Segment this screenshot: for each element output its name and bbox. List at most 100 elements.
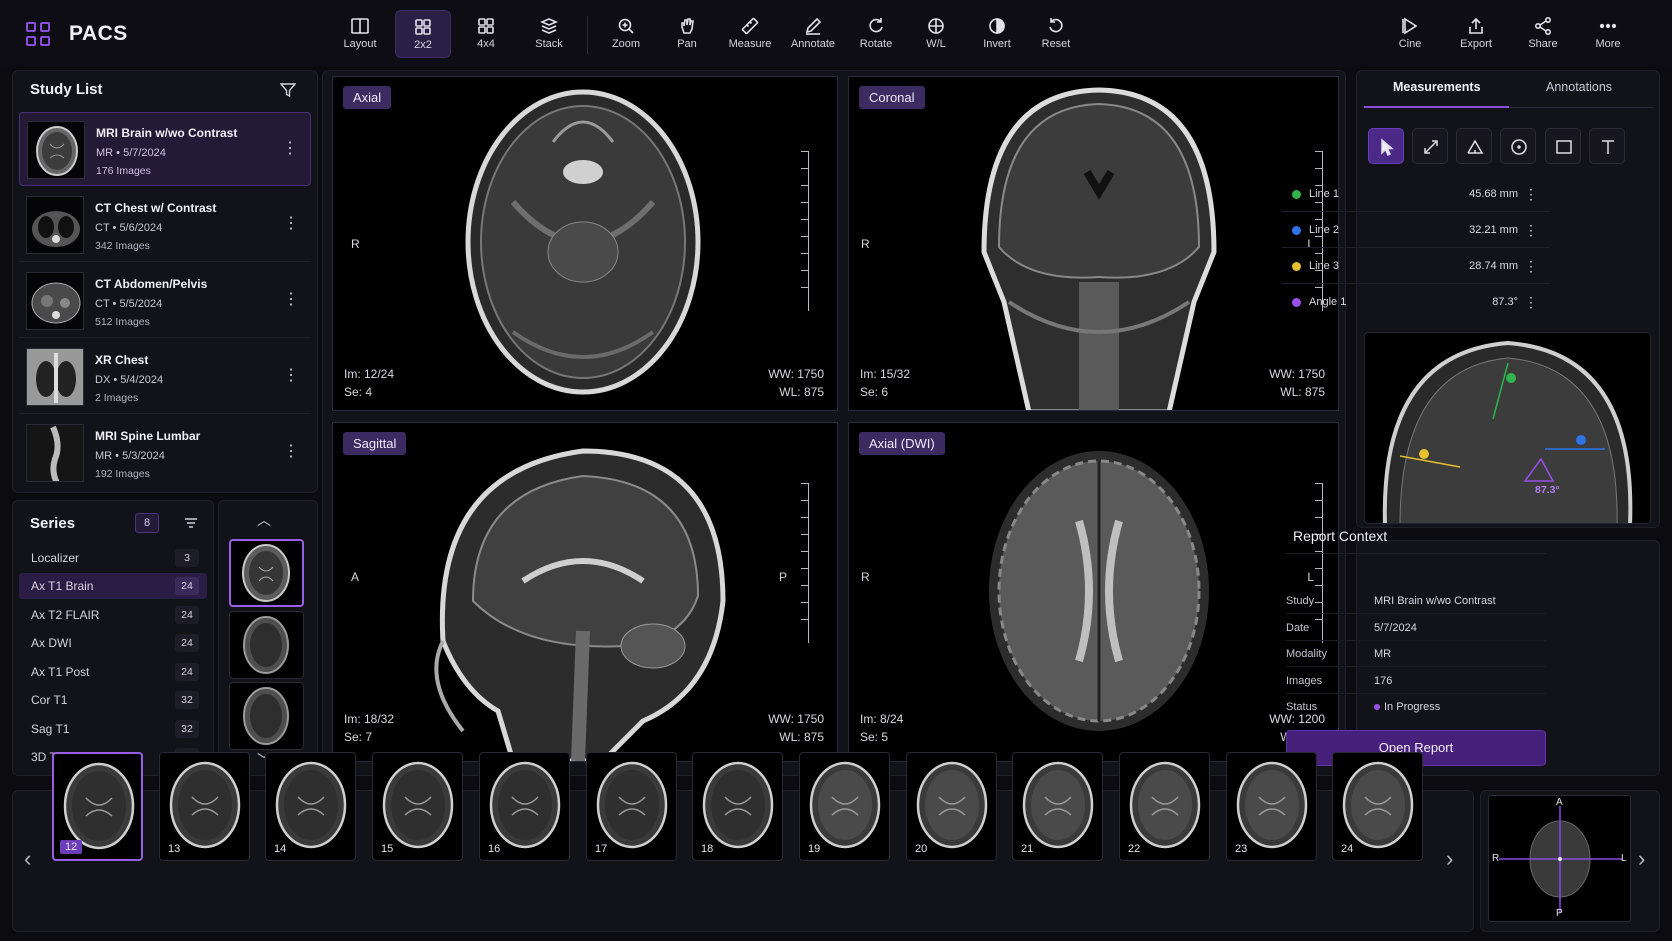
study-menu-icon[interactable]: ⋮ (283, 366, 299, 388)
export-button[interactable]: Export (1448, 10, 1504, 58)
filmstrip-frame[interactable]: 13 (159, 752, 250, 861)
toolbar-divider (587, 16, 588, 54)
rotate-label: Rotate (859, 38, 893, 50)
annotate-button[interactable]: Annotate (785, 10, 841, 58)
study-thumbnail-xray (26, 348, 84, 406)
more-button[interactable]: More (1580, 10, 1636, 58)
series-item-sag-t1[interactable]: Sag T1 32 (19, 716, 207, 742)
filmstrip-frame[interactable]: 17 (586, 752, 677, 861)
measurement-row[interactable]: Line 3 28.74 mm ⋮ (1282, 250, 1550, 284)
angle-tool-button[interactable] (1456, 128, 1492, 164)
series-name: Ax T2 FLAIR (31, 608, 100, 622)
measurement-menu-icon[interactable]: ⋮ (1524, 294, 1538, 311)
measurement-preview[interactable]: 87.3° (1364, 332, 1651, 524)
layout-2x2-button[interactable]: 2x2 (395, 10, 451, 58)
measurement-row[interactable]: Line 2 32.21 mm ⋮ (1282, 214, 1550, 248)
series-thumbnail[interactable] (229, 682, 304, 750)
pan-button[interactable]: Pan (659, 10, 715, 58)
stack-button[interactable]: Stack (521, 10, 577, 58)
reset-button[interactable]: Reset (1028, 10, 1084, 58)
cine-button[interactable]: Cine (1382, 10, 1438, 58)
series-item-cor-t1[interactable]: Cor T1 32 (19, 687, 207, 713)
viewport-info-right: WW: 1750 WL: 875 (1269, 365, 1325, 401)
rotate-button[interactable]: Rotate (848, 10, 904, 58)
series-item-ax-t1-brain[interactable]: Ax T1 Brain 24 (19, 573, 207, 599)
study-date: 5/7/2024 (123, 147, 166, 159)
layout-button[interactable]: Layout (332, 10, 388, 58)
study-image-count: 192 Images (95, 468, 150, 480)
measurement-menu-icon[interactable]: ⋮ (1524, 258, 1538, 275)
chevron-up-icon[interactable]: ︿ (257, 510, 271, 530)
study-image-count: 512 Images (95, 316, 150, 328)
filter-icon[interactable] (279, 82, 297, 103)
viewport-sagittal[interactable]: Sagittal A P Im: 18/32 Se: 7 WW: 1750 WL: … (332, 422, 838, 762)
chevron-left-icon[interactable]: ‹ (24, 846, 31, 872)
zoom-button[interactable]: Zoom (598, 10, 654, 58)
measurement-row[interactable]: Angle 1 87.3° ⋮ (1282, 286, 1550, 320)
window-width: WW: 1750 (768, 712, 824, 726)
frame-number: 17 (595, 843, 608, 855)
ellipse-tool-button[interactable] (1500, 128, 1536, 164)
study-item[interactable]: CT Abdomen/Pelvis CT • 5/5/2024 512 Imag… (19, 264, 311, 338)
filmstrip-frame[interactable]: 18 (692, 752, 783, 861)
filmstrip-frame[interactable]: 21 (1012, 752, 1103, 861)
series-item-ax-t2-flair[interactable]: Ax T2 FLAIR 24 (19, 602, 207, 628)
study-menu-icon[interactable]: ⋮ (283, 442, 299, 464)
study-meta: CT • 5/5/2024 (95, 298, 163, 310)
select-tool-button[interactable] (1368, 128, 1404, 164)
frame-number: 18 (701, 843, 714, 855)
filmstrip-frame[interactable]: 24 (1332, 752, 1423, 861)
chevron-right-icon[interactable]: › (1446, 846, 1453, 872)
series-thumbnail[interactable] (229, 539, 304, 607)
measurement-menu-icon[interactable]: ⋮ (1524, 222, 1538, 239)
viewport-coronal[interactable]: Coronal R L Im: 15/32 Se: 6 WW: 1750 WL: 8… (848, 76, 1339, 411)
share-button[interactable]: Share (1515, 10, 1571, 58)
filmstrip-frame[interactable]: 22 (1119, 752, 1210, 861)
filmstrip-frame[interactable]: 23 (1226, 752, 1317, 861)
viewport-axial[interactable]: Axial R Im: 12/24 Se: 4 WW: 1750 WL: 875 (332, 76, 838, 411)
measure-button[interactable]: Measure (722, 10, 778, 58)
study-item[interactable]: MRI Brain w/wo Contrast MR • 5/7/2024 17… (19, 112, 311, 186)
series-thumbnail[interactable] (229, 611, 304, 679)
filmstrip-frame[interactable]: 20 (906, 752, 997, 861)
text-tool-button[interactable] (1589, 128, 1625, 164)
tab-annotations[interactable]: Annotations (1546, 80, 1612, 94)
annotate-label: Annotate (790, 38, 836, 50)
measurement-menu-icon[interactable]: ⋮ (1524, 186, 1538, 203)
study-list-title: Study List (30, 81, 103, 98)
localizer-top: A (1556, 797, 1563, 808)
invert-button[interactable]: Invert (969, 10, 1025, 58)
measurement-row[interactable]: Line 1 45.68 mm ⋮ (1282, 178, 1550, 212)
series-item-ax-t1-post[interactable]: Ax T1 Post 24 (19, 659, 207, 685)
study-name: XR Chest (95, 353, 149, 367)
image-index: Im: 8/24 (860, 712, 904, 726)
localizer-view[interactable]: A P R L (1488, 795, 1631, 922)
study-item[interactable]: XR Chest DX • 5/4/2024 2 Images ⋮ (19, 340, 311, 414)
top-toolbar: PACS Layout 2x2 4x4 Stack Zoom Pan Measu… (0, 0, 1672, 66)
study-item[interactable]: CT Chest w/ Contrast CT • 5/6/2024 342 I… (19, 188, 311, 262)
grid-2x2-icon (396, 11, 450, 37)
study-menu-icon[interactable]: ⋮ (282, 139, 298, 161)
zoom-label: Zoom (611, 38, 641, 50)
chevron-right-icon[interactable]: › (1638, 846, 1645, 872)
filmstrip-frame[interactable]: 15 (372, 752, 463, 861)
filmstrip-frame[interactable]: 19 (799, 752, 890, 861)
filmstrip-frame[interactable]: 12 (52, 752, 143, 861)
tab-measurements[interactable]: Measurements (1393, 80, 1481, 94)
layout-4x4-button[interactable]: 4x4 (458, 10, 514, 58)
window-level-button[interactable]: W/L (908, 10, 964, 58)
filmstrip-frame[interactable]: 16 (479, 752, 570, 861)
study-modality: CT (95, 298, 110, 310)
rectangle-tool-button[interactable] (1545, 128, 1581, 164)
filmstrip-frame[interactable]: 14 (265, 752, 356, 861)
series-item-ax-dwi[interactable]: Ax DWI 24 (19, 630, 207, 656)
app-grid-icon[interactable] (26, 22, 50, 46)
study-menu-icon[interactable]: ⋮ (283, 290, 299, 312)
study-menu-icon[interactable]: ⋮ (283, 214, 299, 236)
series-item-localizer[interactable]: Localizer 3 (19, 545, 207, 571)
study-item[interactable]: MRI Spine Lumbar MR • 5/3/2024 192 Image… (19, 416, 311, 490)
viewport-axial-dwi[interactable]: Axial (DWI) R L Im: 8/24Se: 5 WW: 1200WL… (848, 422, 1339, 762)
line-tool-button[interactable] (1412, 128, 1448, 164)
frame-number: 19 (808, 843, 821, 855)
series-sort-icon[interactable] (184, 515, 198, 534)
